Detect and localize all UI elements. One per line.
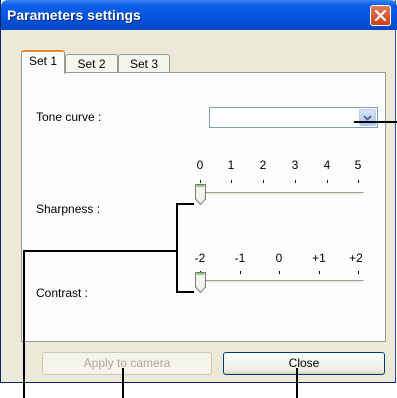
callout-line <box>23 250 177 252</box>
callout-line <box>23 250 25 398</box>
contrast-tick-label: +2 <box>349 251 363 265</box>
parameters-settings-dialog: Parameters settings Set 1 Set 2 Set 3 To… <box>0 0 397 383</box>
sharpness-label: Sharpness : <box>36 202 101 216</box>
contrast-slider-thumb[interactable] <box>195 272 206 294</box>
tab-set-3[interactable]: Set 3 <box>118 54 170 73</box>
title-bar[interactable]: Parameters settings <box>1 0 397 30</box>
callout-line <box>176 203 194 205</box>
sharpness-tick-mark <box>358 180 359 183</box>
contrast-tick-label: 0 <box>275 251 283 265</box>
callout-line <box>296 368 298 398</box>
tone-curve-dropdown[interactable] <box>209 107 378 128</box>
sharpness-slider-thumb[interactable] <box>195 184 206 206</box>
contrast-tick-mark <box>240 271 241 274</box>
contrast-slider-track[interactable] <box>196 280 364 284</box>
callout-line <box>176 291 194 293</box>
sharpness-tick-label: 2 <box>259 158 267 172</box>
window-title: Parameters settings <box>7 7 141 23</box>
apply-to-camera-button[interactable]: Apply to camera <box>42 352 212 375</box>
sharpness-tick-label: 5 <box>354 158 362 172</box>
close-icon[interactable] <box>370 5 391 26</box>
sharpness-slider-track[interactable] <box>196 192 364 196</box>
contrast-label: Contrast : <box>36 286 89 300</box>
chevron-down-icon[interactable] <box>359 109 376 126</box>
sharpness-tick-mark <box>200 180 201 183</box>
contrast-tick-label: -2 <box>194 251 206 265</box>
sharpness-tick-label: 4 <box>323 158 331 172</box>
callout-line <box>122 368 124 398</box>
dialog-body: Set 1 Set 2 Set 3 Tone curve : Sharpness… <box>4 30 392 380</box>
sharpness-tick-label: 1 <box>227 158 235 172</box>
contrast-tick-label: -1 <box>234 251 246 265</box>
tab-set-1[interactable]: Set 1 <box>21 50 65 74</box>
tab-set-2[interactable]: Set 2 <box>65 54 118 73</box>
sharpness-tick-mark <box>263 180 264 183</box>
tab-panel-set-1: Tone curve : Sharpness : 0 1 2 3 4 5 Con… <box>21 72 386 342</box>
callout-line <box>176 203 178 293</box>
sharpness-tick-label: 0 <box>196 158 204 172</box>
contrast-tick-mark <box>358 271 359 274</box>
contrast-tick-mark <box>319 271 320 274</box>
contrast-tick-label: +1 <box>312 251 326 265</box>
sharpness-tick-mark <box>231 180 232 183</box>
sharpness-tick-mark <box>295 180 296 183</box>
contrast-tick-mark <box>279 271 280 274</box>
tone-curve-label: Tone curve : <box>36 110 102 124</box>
close-button[interactable]: Close <box>223 352 385 375</box>
sharpness-tick-label: 3 <box>291 158 299 172</box>
callout-line <box>354 121 397 123</box>
sharpness-tick-mark <box>327 180 328 183</box>
